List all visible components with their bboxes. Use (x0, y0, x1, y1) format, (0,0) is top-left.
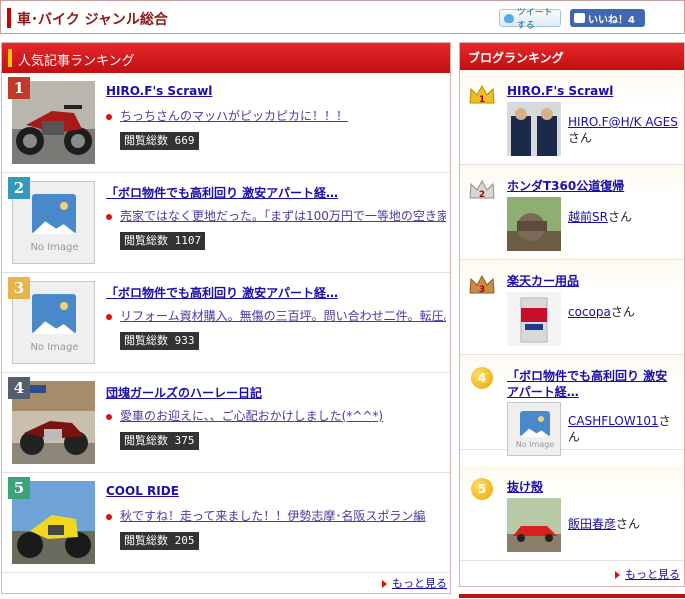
blog-thumbnail-2[interactable] (507, 197, 561, 251)
blog-ranking-row-3: 3 楽天カー用品 cocopaさん (460, 260, 684, 355)
blog-thumbnail-3[interactable] (507, 292, 561, 346)
blog-author-link-3[interactable]: cocopa (568, 305, 611, 319)
blog-author-3: cocopaさん (568, 304, 680, 320)
rank-circle-5: 5 (471, 478, 493, 500)
blog-author-link-5[interactable]: 飯田春彦 (568, 517, 616, 531)
honorific-5: さん (616, 517, 641, 531)
red-dot-icon (106, 113, 112, 120)
article-entry-1[interactable]: ちっちさんのマッハがピッカピカに！！！ (106, 107, 446, 124)
blog-author-4: CASHFLOW101さん (568, 413, 680, 445)
view-count-5: 閲覧総数 205 (120, 532, 199, 550)
blog-thumbnail-5[interactable] (507, 498, 561, 552)
blog-title-2[interactable]: ホンダT360公道復帰 (507, 178, 675, 194)
popular-more-label: もっと見る (392, 577, 447, 590)
blog-author-link-2[interactable]: 越前SR (568, 210, 608, 224)
article-entry-2[interactable]: 売家ではなく更地だった。「まずは100万円で一等地の空き家を… (106, 207, 446, 224)
blog-panel-bottom-bar (459, 594, 685, 598)
blog-thumbnail-4[interactable]: No Image (507, 402, 561, 456)
article-entry-text-3: リフォーム資材購入。無傷の三百坪。問い合わせ二件。転圧。… (120, 309, 446, 323)
honorific-1: さん (568, 131, 593, 145)
blog-author-link-4[interactable]: CASHFLOW101 (568, 414, 659, 428)
no-image-label: No Image (30, 342, 79, 353)
article-entry-text-2: 売家ではなく更地だった。「まずは100万円で一等地の空き家を… (120, 209, 446, 223)
popular-articles-heading: 人気記事ランキング (18, 54, 135, 69)
rank-badge-2: 2 (8, 177, 30, 199)
blog-title-5[interactable]: 抜け殻 (507, 479, 675, 495)
blog-title-3[interactable]: 楽天カー用品 (507, 273, 675, 289)
svg-text:1: 1 (479, 95, 485, 105)
popular-article-row-5: 5 COOL RIDE 秋ですね！走って来ました！！伊勢志摩･名阪スポラン編 閲… (2, 473, 450, 573)
red-dot-icon (106, 513, 112, 520)
rank-badge-4: 4 (8, 377, 30, 399)
rank-circle-4: 4 (471, 367, 493, 389)
popular-article-row-3: 3 No Image 「ボロ物件でも高利回り 激安アパート経… リフォーム資材購… (2, 273, 450, 373)
blog-author-5: 飯田春彦さん (568, 516, 680, 532)
article-title-4[interactable]: 団塊ガールズのハーレー日記 (106, 384, 262, 401)
popular-article-row-2: 2 No Image 「ボロ物件でも高利回り 激安アパート経… 売家ではなく更地… (2, 173, 450, 273)
tweet-button[interactable]: ツイートする (499, 8, 561, 31)
popular-article-row-1: 1 HIRO.F's Scrawl ちっちさんのマッハがピッカピカに！！！ 閲覧… (2, 73, 450, 173)
view-count-3: 閲覧総数 933 (120, 332, 199, 350)
article-title-5[interactable]: COOL RIDE (106, 484, 179, 498)
red-dot-icon (106, 213, 112, 220)
triangle-arrow-icon (382, 580, 387, 588)
page-title: 車･バイク ジャンル総合 (17, 12, 168, 28)
view-count-1: 閲覧総数 669 (120, 132, 199, 150)
article-title-1[interactable]: HIRO.F's Scrawl (106, 84, 212, 98)
article-entry-3[interactable]: リフォーム資材購入。無傷の三百坪。問い合わせ二件。転圧。… (106, 307, 446, 324)
twitter-bird-icon (504, 13, 514, 23)
blog-ranking-row-1: 1 HIRO.F's Scrawl HIRO.F@H/K AGES さん (460, 70, 684, 165)
popular-articles-heading-bar: 人気記事ランキング (2, 43, 450, 73)
blog-ranking-row-2: 2 ホンダT360公道復帰 越前SRさん (460, 165, 684, 260)
article-entry-text-5: 秋ですね！走って来ました！！伊勢志摩･名阪スポラン編 (120, 509, 426, 523)
view-count-2: 閲覧総数 1107 (120, 232, 206, 250)
blog-ranking-panel: ブログランキング 1 HIRO.F's Scrawl HIRO.F@H/K AG… (459, 42, 685, 587)
article-entry-text-1: ちっちさんのマッハがピッカピカに！！！ (120, 109, 349, 123)
blog-thumbnail-1[interactable] (507, 102, 561, 156)
blog-ranking-heading: ブログランキング (468, 51, 564, 65)
like-button[interactable]: いいね！4 (570, 9, 645, 27)
popular-article-row-4: 4 団塊ガールズのハーレー日記 愛車のお迎えに、、ご心配おかけしました(*^^*… (2, 373, 450, 473)
crown-icon: 1 (469, 84, 495, 105)
genre-header: 車･バイク ジャンル総合 ツイートする いいね！4 (0, 0, 685, 34)
red-dot-icon (106, 413, 112, 420)
red-dot-icon (106, 313, 112, 320)
blog-author-2: 越前SRさん (568, 209, 680, 225)
article-entry-4[interactable]: 愛車のお迎えに、、ご心配おかけしました(*^^*) (106, 407, 446, 424)
article-title-3[interactable]: 「ボロ物件でも高利回り 激安アパート経… (106, 284, 338, 301)
crown-icon: 2 (469, 179, 495, 200)
article-title-2[interactable]: 「ボロ物件でも高利回り 激安アパート経… (106, 184, 338, 201)
header-accent-bar (7, 8, 11, 28)
blog-ranking-row-5: 5 抜け殻 飯田春彦さん (460, 466, 684, 561)
article-entry-text-4: 愛車のお迎えに、、ご心配おかけしました(*^^*) (120, 409, 384, 423)
svg-text:3: 3 (479, 285, 485, 295)
blog-author-link-1[interactable]: HIRO.F@H/K AGES (568, 115, 678, 129)
blog-more-label: もっと見る (625, 568, 680, 581)
thumbs-up-icon (574, 13, 585, 23)
popular-articles-panel: 人気記事ランキング 1 HIRO.F's Scrawl ちっちさんのマッハがピッ… (1, 42, 451, 594)
heading-marker (8, 49, 12, 67)
popular-more-link[interactable]: もっと見る (382, 575, 447, 591)
honorific-2: さん (607, 210, 632, 224)
no-image-label: No Image (30, 242, 79, 253)
svg-text:2: 2 (479, 190, 485, 200)
blog-title-4[interactable]: 「ボロ物件でも高利回り 激安アパート経… (507, 368, 675, 400)
blog-title-1[interactable]: HIRO.F's Scrawl (507, 83, 675, 99)
article-entry-5[interactable]: 秋ですね！走って来ました！！伊勢志摩･名阪スポラン編 (106, 507, 446, 524)
view-count-4: 閲覧総数 375 (120, 432, 199, 450)
triangle-arrow-icon (615, 571, 620, 579)
crown-icon: 3 (469, 274, 495, 295)
no-image-label: No Image (515, 440, 555, 449)
image-placeholder-icon: No Image (507, 402, 561, 456)
blog-ranking-heading-bar: ブログランキング (460, 43, 684, 70)
blog-ranking-row-4: 4 「ボロ物件でも高利回り 激安アパート経… No Image CASHFLOW… (460, 355, 684, 456)
rank-badge-3: 3 (8, 277, 30, 299)
rank-badge-1: 1 (8, 77, 30, 99)
blog-author-1: HIRO.F@H/K AGES さん (568, 114, 680, 146)
like-label: いいね！4 (588, 14, 635, 26)
tweet-label: ツイートする (516, 8, 553, 31)
blog-more-link[interactable]: もっと見る (615, 566, 680, 582)
rank-badge-5: 5 (8, 477, 30, 499)
honorific-3: さん (610, 305, 635, 319)
